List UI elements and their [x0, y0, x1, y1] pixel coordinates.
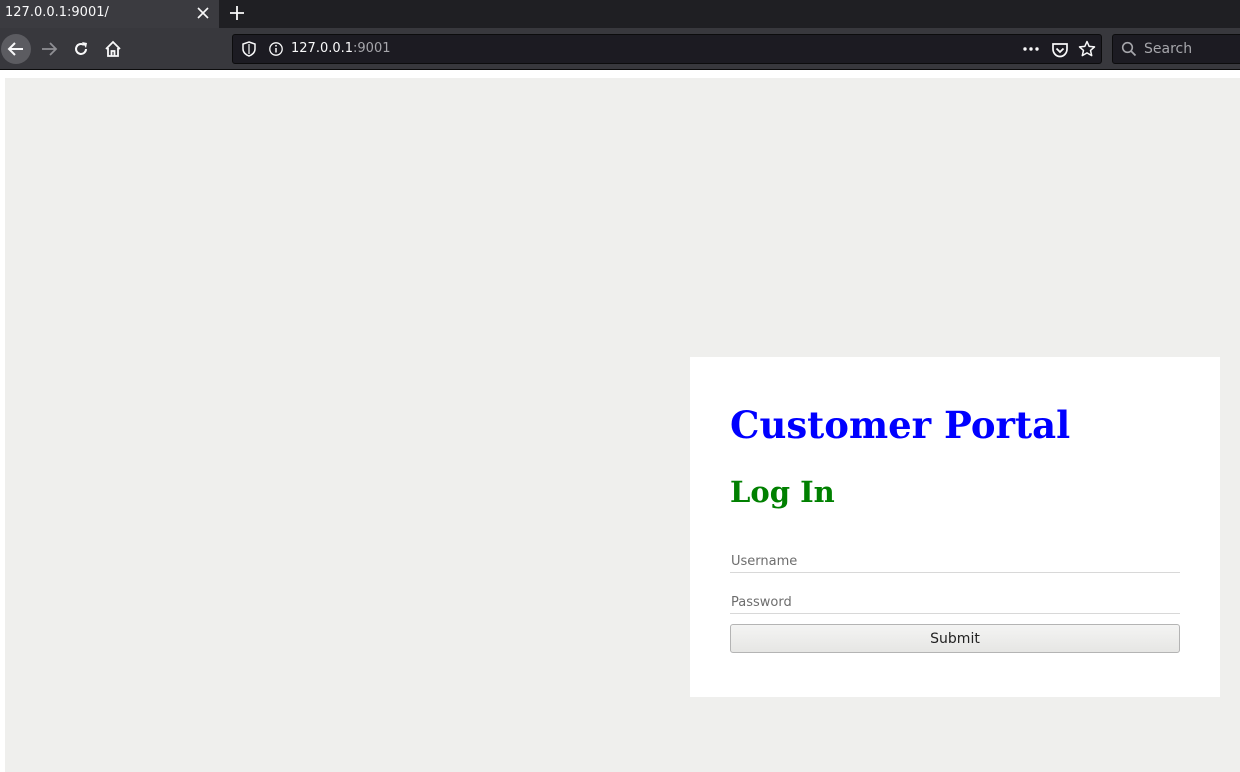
active-tab[interactable]: 127.0.0.1:9001/	[0, 0, 219, 28]
page-title: Customer Portal	[730, 403, 1071, 447]
search-icon	[1121, 41, 1137, 57]
page-viewport: Customer Portal Log In Submit	[0, 70, 1240, 772]
password-field[interactable]	[730, 592, 1180, 614]
shield-icon[interactable]	[241, 41, 257, 57]
ellipsis-icon[interactable]	[1021, 41, 1041, 57]
url-port: :9001	[353, 41, 391, 56]
search-placeholder: Search	[1144, 41, 1193, 57]
reload-icon[interactable]	[66, 34, 96, 64]
home-icon[interactable]	[98, 34, 128, 64]
login-card: Customer Portal Log In Submit	[690, 357, 1220, 697]
close-icon[interactable]	[194, 4, 212, 22]
address-bar[interactable]: 127.0.0.1:9001	[232, 34, 1102, 64]
navigation-toolbar: 127.0.0.1:9001 Search	[0, 28, 1240, 70]
url-text[interactable]: 127.0.0.1:9001	[291, 41, 391, 56]
url-host: 127.0.0.1	[291, 41, 354, 56]
plus-icon[interactable]	[226, 2, 248, 24]
username-field[interactable]	[730, 551, 1180, 573]
tab-bar: 127.0.0.1:9001/	[0, 0, 1240, 28]
star-icon[interactable]	[1078, 40, 1096, 58]
info-icon[interactable]	[268, 41, 284, 57]
pocket-icon[interactable]	[1051, 41, 1069, 59]
login-heading: Log In	[730, 475, 835, 509]
search-bar[interactable]: Search	[1112, 34, 1240, 64]
arrow-right-icon[interactable]	[34, 34, 64, 64]
submit-button[interactable]: Submit	[730, 624, 1180, 653]
tab-title: 127.0.0.1:9001/	[5, 5, 109, 20]
page-background: Customer Portal Log In Submit	[5, 78, 1240, 772]
arrow-left-icon[interactable]	[1, 34, 31, 64]
